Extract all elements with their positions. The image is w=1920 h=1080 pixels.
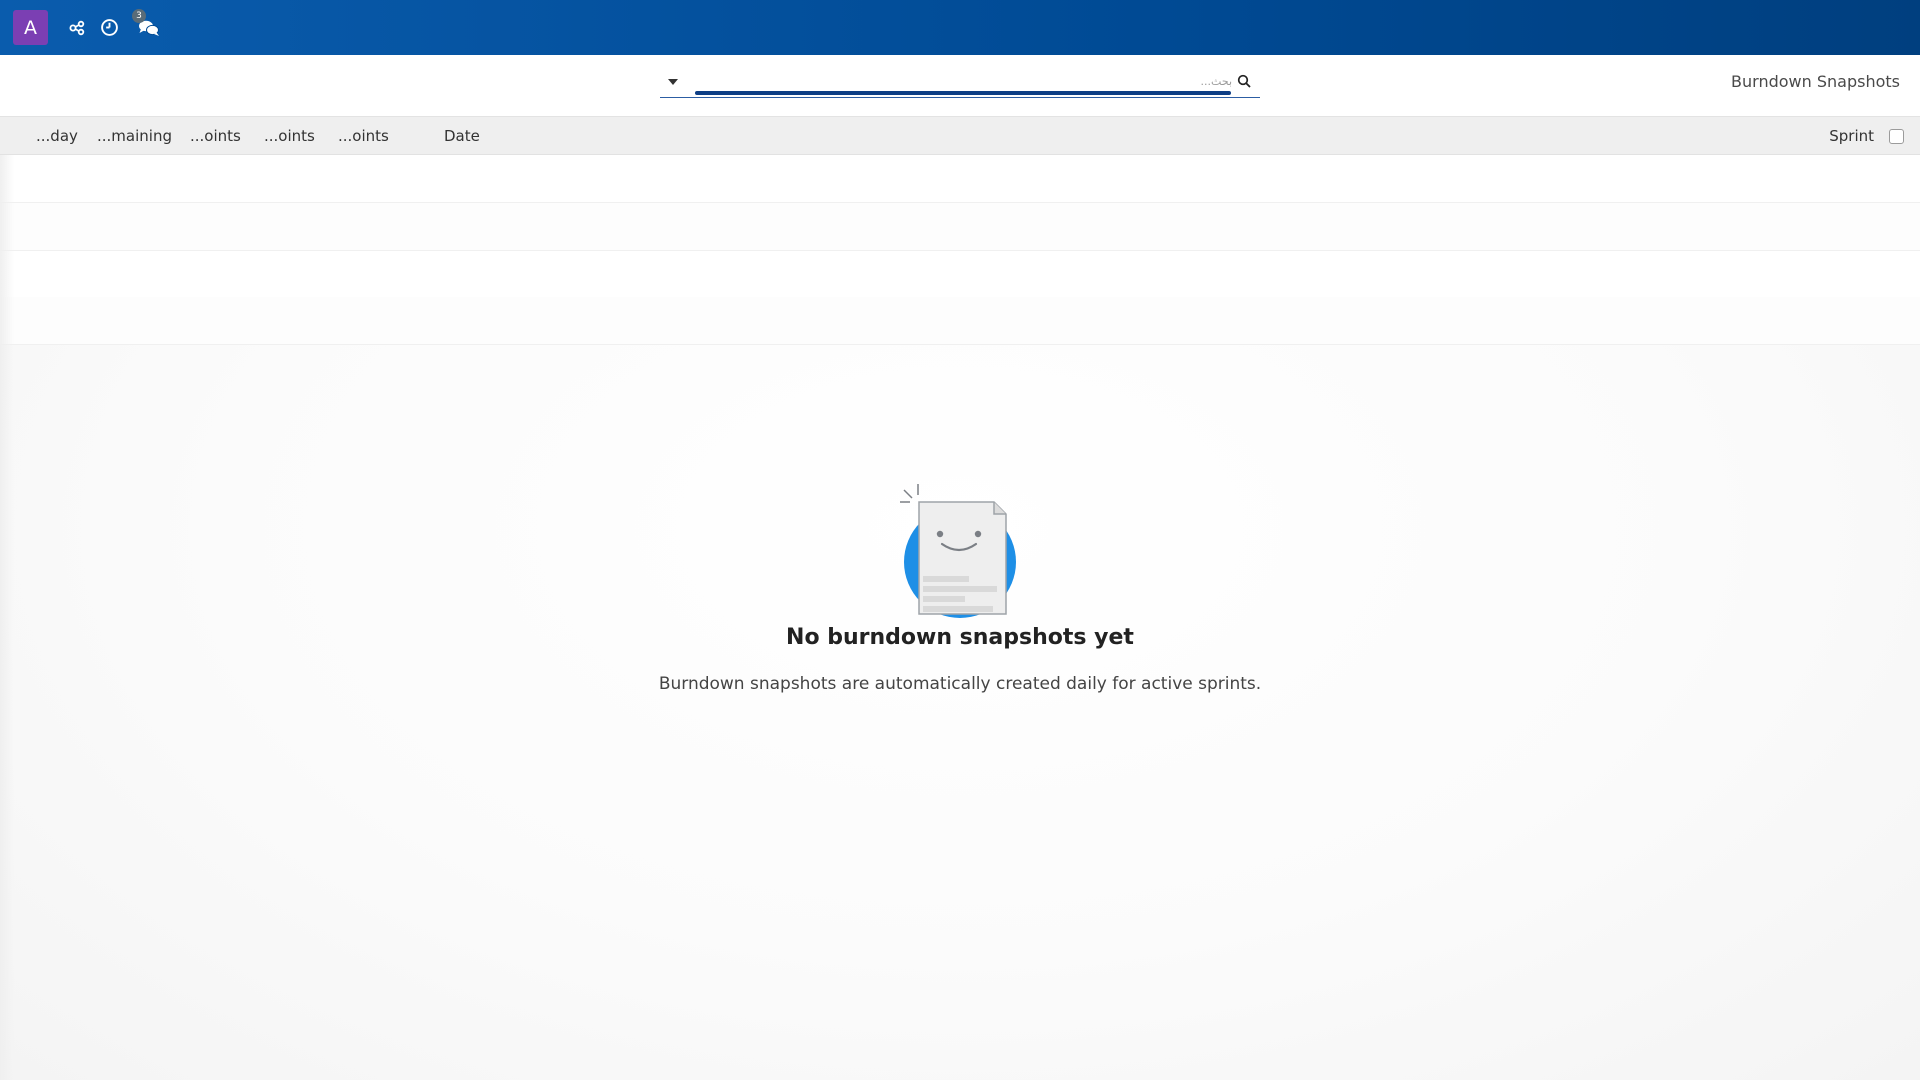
top-navbar: A 3: [0, 0, 1920, 55]
table-row: [0, 203, 1920, 251]
column-header-points-2[interactable]: ...oints: [264, 127, 315, 145]
column-header-day[interactable]: ...day: [36, 127, 78, 145]
select-all-checkbox[interactable]: [1889, 129, 1904, 144]
column-header-sprint[interactable]: Sprint: [1829, 127, 1874, 145]
search-icon[interactable]: [1236, 73, 1252, 89]
column-header-remaining[interactable]: ...maining: [97, 127, 172, 145]
control-panel: Burndown Snapshots: [0, 55, 1920, 117]
clock-icon[interactable]: [98, 17, 120, 39]
share-alt-icon[interactable]: [66, 17, 88, 39]
empty-state-title: No burndown snapshots yet: [786, 625, 1134, 650]
search-input[interactable]: [696, 70, 1232, 92]
caret-down-icon: [668, 79, 678, 85]
chat-icon[interactable]: 3: [132, 8, 164, 39]
empty-state-background: [0, 345, 1920, 1080]
search-bar: [660, 68, 1260, 98]
panel-shadow: [0, 155, 14, 1080]
table-header: Sprint Date ...oints ...oints ...oints .…: [0, 117, 1920, 155]
table-row: [0, 155, 1920, 203]
search-options-toggle[interactable]: [666, 75, 680, 89]
column-header-points-3[interactable]: ...oints: [190, 127, 241, 145]
empty-state-subtitle: Burndown snapshots are automatically cre…: [658, 674, 1262, 694]
search-loading-bar: [695, 91, 1231, 95]
column-header-points-1[interactable]: ...oints: [338, 127, 389, 145]
table-row: [0, 297, 1920, 345]
page-title: Burndown Snapshots: [1731, 72, 1900, 91]
message-count-badge: 3: [132, 8, 146, 23]
smiling-document-icon: [898, 482, 1022, 622]
table-row: [0, 250, 1920, 298]
user-avatar[interactable]: A: [13, 10, 48, 45]
column-header-date[interactable]: Date: [444, 127, 480, 145]
